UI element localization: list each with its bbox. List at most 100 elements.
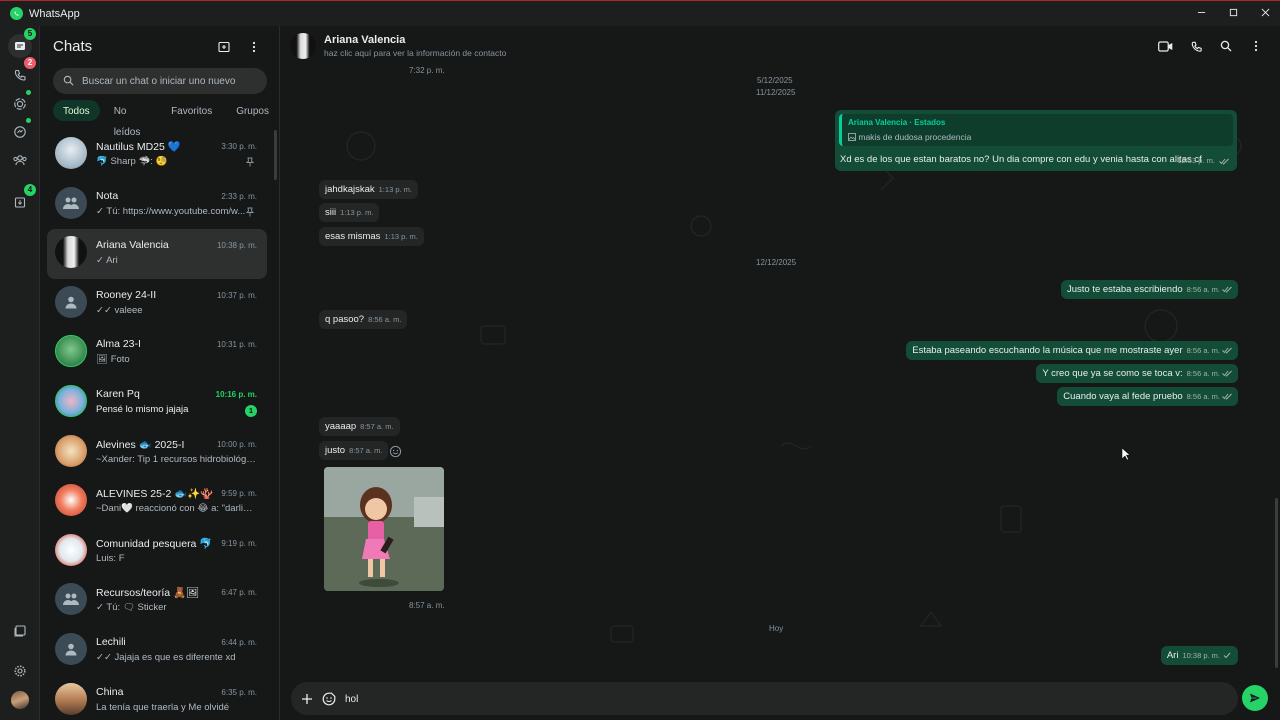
chat-row-alevines-2025[interactable]: Alevines 🐟 2025-I 10:00 p. m. ~Xander: T… bbox=[47, 428, 267, 478]
chat-row-nautilus[interactable]: Nautilus MD25 💙 3:30 p. m. 🐬 Sharp 🦈: 🧐 bbox=[47, 130, 267, 180]
message-bubble[interactable]: yaaaap 8:57 a. m. bbox=[319, 417, 400, 436]
message-input[interactable] bbox=[345, 691, 1225, 707]
contact-info-hint[interactable]: haz clic aquí para ver la información de… bbox=[324, 48, 506, 58]
filter-unread[interactable]: No leídos bbox=[104, 100, 157, 138]
chat-row-ariana-valencia[interactable]: Ariana Valencia 10:38 p. m. ✓ Ari bbox=[47, 229, 267, 279]
quoted-status[interactable]: Ariana Valencia · Estados makis de dudos… bbox=[839, 114, 1233, 146]
message-time: 8:57 a. m. bbox=[409, 601, 445, 610]
send-button[interactable] bbox=[1242, 685, 1268, 711]
filter-groups[interactable]: Grupos bbox=[226, 100, 279, 121]
filter-all[interactable]: Todos bbox=[53, 100, 100, 121]
conversation-menu-button[interactable] bbox=[1248, 38, 1264, 54]
message-bubble[interactable]: q pasoo? 8:56 a. m. bbox=[319, 310, 408, 329]
chat-time: 10:38 p. m. bbox=[216, 241, 257, 251]
quoted-text: makis de dudosa procedencia bbox=[848, 132, 971, 142]
avatar bbox=[55, 533, 87, 566]
search-box[interactable] bbox=[53, 68, 267, 94]
search-input[interactable] bbox=[82, 75, 252, 87]
nav-calls-button[interactable]: 2 bbox=[8, 57, 36, 87]
group-placeholder-icon bbox=[63, 593, 79, 606]
chats-icon bbox=[15, 42, 25, 50]
avatar bbox=[55, 583, 87, 616]
video-camera-icon bbox=[1157, 40, 1172, 52]
double-check-icon bbox=[1222, 286, 1232, 293]
video-call-button[interactable] bbox=[1157, 38, 1173, 54]
filter-favorites[interactable]: Favoritos bbox=[161, 100, 222, 121]
avatar bbox=[55, 682, 87, 715]
quoted-caption: makis de dudosa procedencia bbox=[858, 132, 972, 142]
avatar bbox=[55, 236, 87, 269]
channels-dot bbox=[26, 118, 31, 123]
person-placeholder-icon bbox=[65, 296, 77, 309]
chat-row-karen[interactable]: Karen Pq 10:16 p. m. Pensé lo mismo jaja… bbox=[47, 378, 267, 428]
chat-time: 10:16 p. m. bbox=[215, 389, 257, 399]
chat-row-nota[interactable]: Nota 2:33 p. m. ✓ Tú: https://www.youtub… bbox=[47, 180, 267, 230]
message-bubble[interactable]: jahdkajskak 1:13 p. m. bbox=[319, 180, 418, 199]
chat-preview: ✓ Ari bbox=[96, 255, 118, 267]
nav-archive-button[interactable]: 4 bbox=[8, 184, 36, 214]
maximize-button[interactable] bbox=[1218, 1, 1248, 23]
chat-row-comunidad-pesquera[interactable]: Comunidad pesquera 🐬 9:19 p. m. Luis: F bbox=[47, 527, 267, 577]
message-bubble[interactable]: Justo te estaba escribiendo 8:56 a. m. bbox=[1060, 280, 1238, 299]
nav-profile-button[interactable] bbox=[8, 688, 32, 712]
date-divider: Hoy bbox=[769, 624, 784, 633]
chat-row-recursos-teoria[interactable]: Recursos/teoría 🧸🖼 6:47 p. m. ✓ Tú: 🗨 St… bbox=[47, 576, 267, 626]
react-emoji-button[interactable] bbox=[389, 445, 402, 458]
emoji-button[interactable] bbox=[321, 691, 337, 707]
chat-time: 6:47 p. m. bbox=[221, 588, 257, 598]
contact-name[interactable]: Ariana Valencia bbox=[324, 34, 405, 46]
attach-button[interactable] bbox=[299, 691, 315, 707]
archive-icon bbox=[14, 197, 26, 208]
close-button[interactable] bbox=[1250, 1, 1280, 23]
chat-time: 6:44 p. m. bbox=[221, 637, 257, 647]
chat-row-lechili[interactable]: Lechili 6:44 p. m. ✓✓ Jajaja es que es d… bbox=[47, 626, 267, 676]
message-bubble[interactable]: Estaba paseando escuchando la música que… bbox=[906, 341, 1238, 360]
nav-status-button[interactable] bbox=[8, 90, 32, 116]
minimize-button[interactable] bbox=[1186, 1, 1216, 23]
avatar bbox=[55, 137, 87, 169]
nav-chats-button[interactable]: 5 bbox=[8, 28, 36, 58]
sticker-image[interactable] bbox=[324, 467, 444, 591]
message-bubble[interactable]: justo 8:57 a. m. bbox=[319, 441, 389, 460]
message-text: Xd es de los que estan baratos no? Un di… bbox=[840, 154, 1202, 165]
nav-rail: 5 2 4 bbox=[0, 26, 40, 720]
voice-call-button[interactable] bbox=[1188, 38, 1204, 54]
chat-row-china[interactable]: China 6:35 p. m. La tenía que traerla y … bbox=[47, 676, 267, 720]
message-bubble[interactable]: siii 1:13 p. m. bbox=[319, 203, 380, 222]
message-bubble[interactable]: Ari 10:38 p. m. bbox=[1160, 646, 1238, 665]
conversation-scrollbar[interactable] bbox=[1275, 498, 1278, 668]
title-bar: WhatsApp bbox=[0, 0, 1280, 26]
chat-time: 2:33 p. m. bbox=[221, 191, 257, 201]
chat-name: Karen Pq bbox=[96, 387, 140, 400]
message-bubble[interactable]: esas mismas 1:13 p. m. bbox=[319, 227, 424, 246]
conversation-header[interactable]: Ariana Valencia haz clic aquí para ver l… bbox=[281, 26, 1280, 66]
nav-channels-button[interactable] bbox=[8, 118, 32, 144]
date-divider: 12/12/2025 bbox=[756, 258, 797, 267]
reply-message-bubble[interactable]: Ariana Valencia · Estados makis de dudos… bbox=[835, 110, 1237, 171]
chat-name: Nautilus MD25 💙 bbox=[96, 141, 181, 153]
nav-communities-button[interactable] bbox=[8, 148, 32, 172]
chat-name: Alevines 🐟 2025-I bbox=[96, 438, 185, 451]
message-bubble[interactable]: Y creo que ya se como se toca v: 8:56 a. … bbox=[1036, 364, 1238, 383]
chat-list-title: Chats bbox=[53, 38, 93, 55]
image-icon bbox=[848, 133, 856, 141]
chat-list-menu-button[interactable] bbox=[245, 38, 263, 56]
contact-avatar[interactable] bbox=[290, 33, 316, 59]
chat-row-alma[interactable]: Alma 23-I 10:31 p. m. 🖼 Foto bbox=[47, 328, 267, 378]
date-divider: 11/12/2025 bbox=[756, 88, 796, 97]
search-in-chat-button[interactable] bbox=[1218, 38, 1234, 54]
new-chat-button[interactable] bbox=[215, 38, 233, 56]
chat-row-rooney[interactable]: Rooney 24-II 10:37 p. m. ✓✓ valeee bbox=[47, 279, 267, 329]
chat-rows: Nautilus MD25 💙 3:30 p. m. 🐬 Sharp 🦈: 🧐 … bbox=[47, 130, 267, 720]
chat-list-scrollbar[interactable] bbox=[274, 130, 277, 180]
message-composer bbox=[281, 678, 1280, 720]
chat-preview: Pensé lo mismo jajaja bbox=[96, 403, 189, 415]
message-bubble[interactable]: Cuando vaya al fede pruebo 8:56 a. m. bbox=[1057, 387, 1238, 406]
nav-media-button[interactable] bbox=[8, 619, 32, 643]
double-check-icon bbox=[1222, 347, 1232, 354]
whatsapp-logo-icon bbox=[10, 7, 23, 20]
nav-settings-button[interactable] bbox=[8, 659, 32, 683]
chat-preview: ~Xander: Tip 1 recursos hidrobiológicos bbox=[96, 453, 256, 465]
search-icon bbox=[63, 75, 75, 87]
chat-row-alevines-25-2[interactable]: ALEVINES 25-2 🐟✨🪸 9:59 p. m. ~Dani🤍 reac… bbox=[47, 477, 267, 527]
